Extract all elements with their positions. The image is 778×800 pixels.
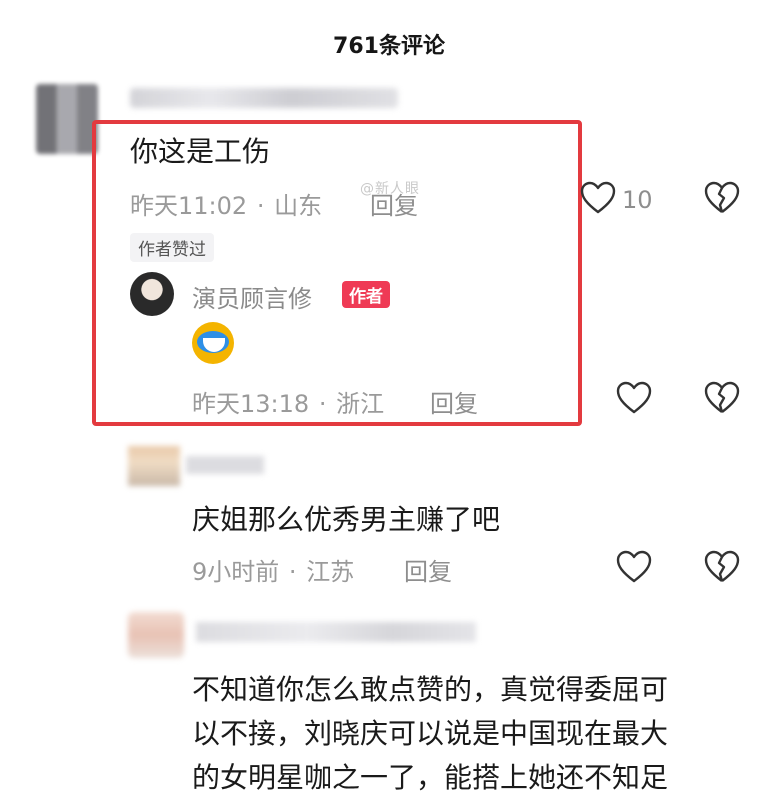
comment-line: 不知道你怎么敢点赞的，真觉得委屈可 bbox=[192, 673, 669, 706]
dislike-button[interactable] bbox=[704, 181, 740, 215]
comment-location: 江苏 bbox=[306, 558, 355, 586]
username-blurred[interactable] bbox=[186, 456, 264, 474]
comment-text: 不知道你怎么敢点赞的，真觉得委屈可 以不接，刘晓庆可以说是中国现在最大 的女明星… bbox=[192, 668, 752, 800]
comment-location: 山东 bbox=[274, 192, 323, 220]
username-blurred[interactable] bbox=[130, 88, 398, 108]
comment-count-title: 761条评论 bbox=[333, 34, 445, 59]
comment-line: 以不接，刘晓庆可以说是中国现在最大 bbox=[192, 717, 669, 750]
like-button[interactable] bbox=[580, 181, 616, 215]
dislike-button[interactable] bbox=[704, 550, 740, 584]
separator: · bbox=[318, 390, 327, 418]
broken-heart-icon bbox=[704, 381, 740, 413]
separator: · bbox=[288, 558, 297, 586]
avatar[interactable] bbox=[128, 446, 180, 486]
heart-icon bbox=[616, 550, 652, 583]
heart-icon bbox=[616, 381, 652, 414]
comment-line: 的女明星咖之一了，能搭上她还不知足 bbox=[192, 761, 669, 794]
reply-meta: 昨天13:18 · 浙江 bbox=[192, 384, 384, 419]
comment-meta: 9小时前 · 江苏 bbox=[192, 552, 354, 587]
avatar[interactable] bbox=[36, 84, 98, 154]
author-avatar[interactable] bbox=[130, 272, 174, 316]
author-name[interactable]: 演员顾言修 bbox=[192, 279, 312, 314]
separator: · bbox=[256, 192, 265, 220]
author-liked-tag: 作者赞过 bbox=[130, 233, 214, 262]
like-count: 10 bbox=[622, 186, 653, 214]
comment-time: 9小时前 bbox=[192, 558, 280, 586]
reply-time: 昨天13:18 bbox=[192, 390, 310, 418]
like-button[interactable] bbox=[616, 381, 652, 415]
reply-button[interactable]: 回复 bbox=[404, 552, 452, 587]
comment-text: 你这是工伤 bbox=[130, 135, 271, 168]
laughing-crying-emoji-icon bbox=[192, 322, 234, 364]
reply-button[interactable]: 回复 bbox=[370, 186, 418, 221]
broken-heart-icon bbox=[704, 550, 740, 582]
heart-icon bbox=[580, 181, 616, 214]
author-badge: 作者 bbox=[342, 281, 390, 308]
username-blurred[interactable] bbox=[196, 622, 476, 642]
comment-text: 庆姐那么优秀男主赚了吧 bbox=[192, 503, 501, 536]
comment-meta: 昨天11:02 · 山东 bbox=[130, 186, 322, 221]
broken-heart-icon bbox=[704, 181, 740, 213]
comment-time: 昨天11:02 bbox=[130, 192, 248, 220]
avatar[interactable] bbox=[128, 612, 184, 658]
reply-location: 浙江 bbox=[336, 390, 385, 418]
dislike-button[interactable] bbox=[704, 381, 740, 415]
like-button[interactable] bbox=[616, 550, 652, 584]
reply-button[interactable]: 回复 bbox=[430, 384, 478, 419]
